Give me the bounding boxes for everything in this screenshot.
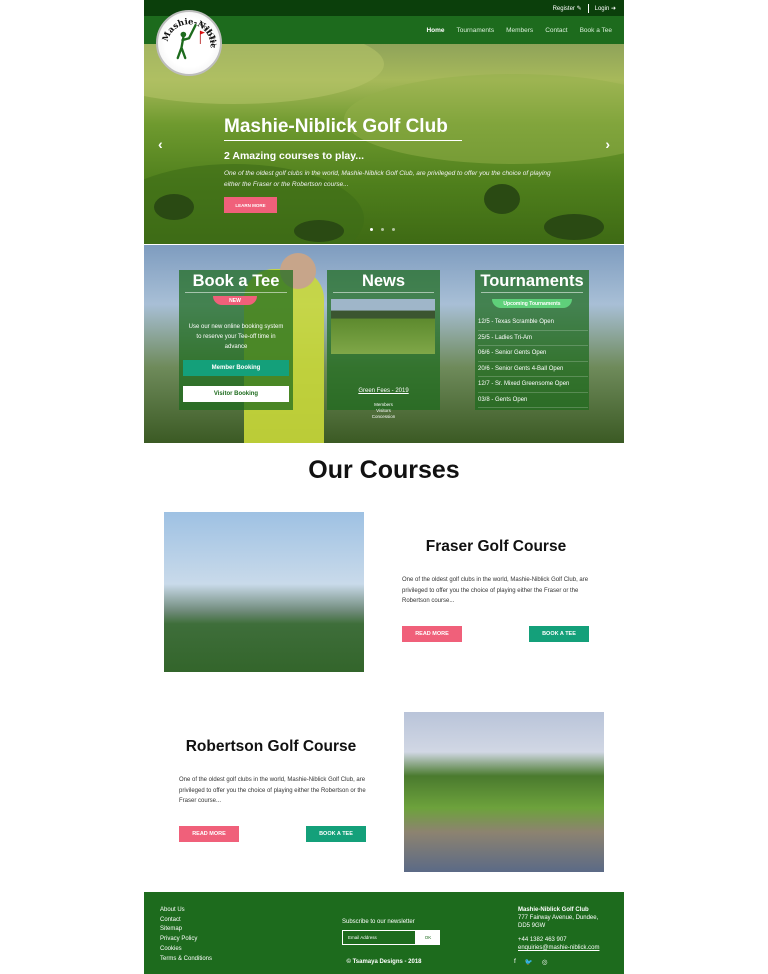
robertson-text: One of the oldest golf clubs in the worl… <box>179 777 366 804</box>
hero-slider: ‹ › Mashie-Niblick Golf Club 2 Amazing c… <box>144 44 624 244</box>
hero-tree <box>294 220 344 242</box>
fraser-course-image <box>164 512 364 672</box>
page: Register ✎ Login ➜ Home Tournaments Memb… <box>144 0 624 974</box>
hero-divider <box>224 140 462 141</box>
instagram-icon[interactable]: ◎ <box>542 958 548 966</box>
logo-golfer-icon: Mashie-Niblick Golf Club <box>158 12 219 60</box>
robertson-course-image <box>404 712 604 872</box>
register-link[interactable]: Register ✎ <box>553 5 582 12</box>
footer-link-contact[interactable]: Contact <box>160 916 212 926</box>
slider-dot[interactable] <box>370 228 373 231</box>
top-bar: Register ✎ Login ➜ <box>144 0 624 16</box>
nav-home[interactable]: Home <box>426 27 444 34</box>
robertson-book-tee-button[interactable]: BOOK A TEE <box>306 826 366 842</box>
social-links: f 🐦 ◎ <box>514 958 548 966</box>
slider-dot[interactable] <box>392 228 395 231</box>
feature-band: Book a Tee NEW Use our new online bookin… <box>144 245 624 443</box>
twitter-icon[interactable]: 🐦 <box>525 958 533 966</box>
tournament-item[interactable]: 12/7 - Sr. Mixed Greensome Open <box>478 377 588 393</box>
fraser-text: One of the oldest golf clubs in the worl… <box>402 577 589 604</box>
tournament-item[interactable]: 12/5 - Texas Scramble Open <box>478 315 588 331</box>
hero-tree <box>544 214 604 240</box>
courses-heading: Our Courses <box>308 456 460 484</box>
nav-book-a-tee[interactable]: Book a Tee <box>580 27 612 34</box>
hero-text: One of the oldest golf clubs in the worl… <box>224 170 551 188</box>
hero-tree <box>154 194 194 220</box>
divider <box>587 3 589 13</box>
facebook-icon[interactable]: f <box>514 958 516 966</box>
visitor-booking-button[interactable]: Visitor Booking <box>183 386 289 402</box>
club-name: Mashie-Niblick Golf Club <box>518 907 589 913</box>
tournament-item[interactable]: 06/6 - Senior Gents Open <box>478 346 588 362</box>
tournaments-panel: Tournaments Upcoming Tournaments 12/5 - … <box>475 270 589 410</box>
tournament-item[interactable]: 03/8 - Gents Open <box>478 393 588 408</box>
panel-title: Tournaments <box>480 272 584 290</box>
news-image[interactable] <box>331 299 435 354</box>
book-a-tee-panel: Book a Tee NEW Use our new online bookin… <box>179 270 293 410</box>
hero-prev-arrow[interactable]: ‹ <box>158 136 163 152</box>
divider <box>333 292 434 293</box>
slider-dots <box>370 228 395 231</box>
news-panel: News Green Fees - 2019 Members Visitors … <box>327 270 440 419</box>
member-booking-button[interactable]: Member Booking <box>183 360 289 376</box>
panel-title: Book a Tee <box>192 272 280 290</box>
copyright: © Tsamaya Designs - 2018 <box>346 959 422 965</box>
address-line: DD5 9GW <box>518 923 546 929</box>
logo-subtext: Golf Club <box>198 22 216 48</box>
learn-more-button[interactable]: LEARN MORE <box>224 197 277 213</box>
footer-link-sitemap[interactable]: Sitemap <box>160 925 212 935</box>
login-link[interactable]: Login ➜ <box>595 5 616 12</box>
newsletter-label: Subscribe to our newsletter <box>342 919 415 925</box>
slider-dot[interactable] <box>381 228 384 231</box>
panel-text: Use our new online booking system to res… <box>188 324 284 350</box>
hero-next-arrow[interactable]: › <box>605 136 610 152</box>
svg-text:Golf Club: Golf Club <box>198 22 216 48</box>
tournament-item[interactable]: 20/6 - Senior Gents 4-Ball Open <box>478 362 588 377</box>
nav-members[interactable]: Members <box>506 27 533 34</box>
nav-tournaments[interactable]: Tournaments <box>457 27 495 34</box>
nav-contact[interactable]: Contact <box>545 27 567 34</box>
robertson-read-more-button[interactable]: READ MORE <box>179 826 239 842</box>
newsletter-ok-button[interactable]: OK <box>416 930 440 945</box>
fraser-read-more-button[interactable]: READ MORE <box>402 626 462 642</box>
hero-subtitle: 2 Amazing courses to play... <box>224 150 365 162</box>
footer-link-about[interactable]: About Us <box>160 906 212 916</box>
tournament-item[interactable]: 25/5 - Ladies Tri-Am <box>478 331 588 346</box>
divider <box>481 292 583 293</box>
panel-title: News <box>361 272 406 290</box>
upcoming-badge: Upcoming Tournaments <box>492 299 572 308</box>
fees-list: Members Visitors Concession <box>327 402 440 420</box>
new-badge: NEW <box>213 296 257 305</box>
footer-links: About Us Contact Sitemap Privacy Policy … <box>160 906 212 964</box>
green-fees-link[interactable]: Green Fees - 2019 <box>327 388 440 394</box>
fee-concession: Concession <box>371 414 396 419</box>
footer-link-privacy[interactable]: Privacy Policy <box>160 935 212 945</box>
email-link[interactable]: enquiries@mashie-niblick.com <box>518 944 599 952</box>
divider <box>185 292 287 293</box>
hero-title: Mashie-Niblick Golf Club <box>224 116 448 137</box>
address-line: 777 Fairway Avenue, Dundee, <box>518 915 599 921</box>
robertson-title: Robertson Golf Course <box>185 738 357 755</box>
club-address: Mashie-Niblick Golf Club 777 Fairway Ave… <box>518 906 599 952</box>
fraser-book-tee-button[interactable]: BOOK A TEE <box>529 626 589 642</box>
club-logo[interactable]: Mashie-Niblick Golf Club <box>156 10 222 76</box>
tournament-list: 12/5 - Texas Scramble Open 25/5 - Ladies… <box>478 315 588 408</box>
newsletter-email-input[interactable]: Email Address <box>342 930 416 945</box>
fraser-title: Fraser Golf Course <box>425 538 567 555</box>
footer: About Us Contact Sitemap Privacy Policy … <box>144 892 624 974</box>
phone[interactable]: +44 1382 463 907 <box>518 936 599 944</box>
footer-link-cookies[interactable]: Cookies <box>160 945 212 955</box>
